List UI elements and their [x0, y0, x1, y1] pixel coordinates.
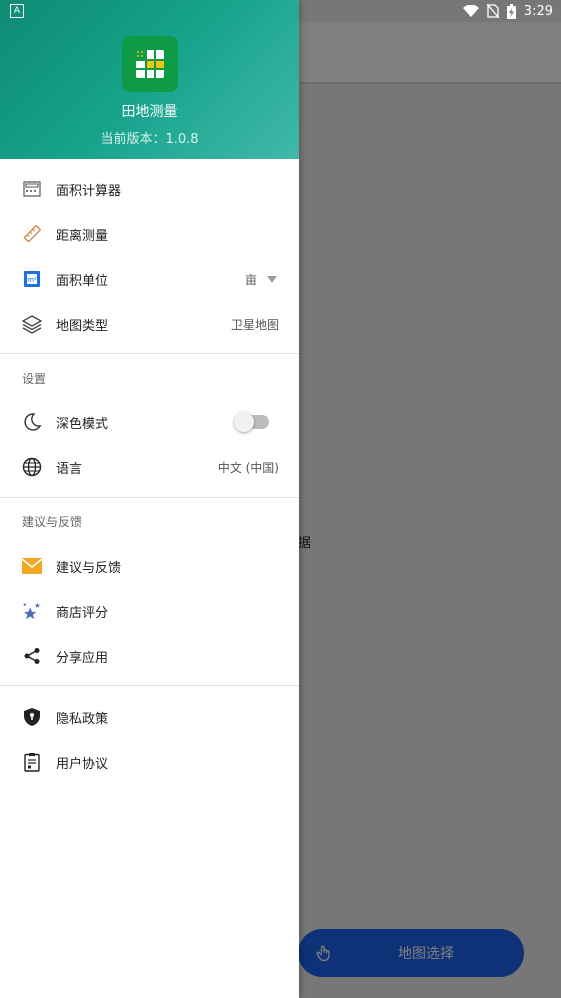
menu-item-label: 隐私政策	[56, 711, 109, 727]
menu-item-label: 语言	[56, 461, 83, 477]
section-divider	[0, 497, 299, 498]
no-sim-icon	[486, 4, 499, 18]
language-value: 中文 (中国)	[217, 460, 279, 475]
dropdown-arrow-icon	[267, 275, 277, 283]
app-name: 田地测量	[121, 104, 178, 120]
app-logo	[122, 36, 178, 92]
menu-item-user-agreement[interactable]: 用户协议	[0, 740, 299, 784]
svg-text:m²: m²	[27, 276, 37, 284]
menu-item-label: 分享应用	[56, 650, 109, 666]
share-icon	[22, 646, 42, 666]
section-title-settings: 设置	[22, 372, 47, 386]
menu-item-label: 建议与反馈	[56, 560, 122, 576]
status-badge: A	[10, 4, 24, 18]
wifi-icon	[462, 5, 479, 17]
status-time: 3:29	[523, 3, 553, 19]
section-title-feedback: 建议与反馈	[22, 515, 83, 529]
area-unit-icon: m²	[22, 269, 42, 289]
clipboard-icon	[22, 752, 42, 772]
app-version: 当前版本：1.0.8	[100, 132, 199, 147]
drawer-header: 田地测量 当前版本：1.0.8	[0, 0, 299, 159]
status-bar: A 3:29	[0, 0, 561, 22]
toggle-knob	[234, 412, 254, 432]
menu-item-label: 地图类型	[56, 318, 109, 334]
menu-item-map-type[interactable]: 地图类型 卫星地图	[0, 302, 299, 346]
section-divider	[0, 685, 299, 686]
menu-item-area-calculator[interactable]: 面积计算器	[0, 167, 299, 211]
menu-item-label: 面积单位	[56, 273, 109, 289]
menu-item-rate[interactable]: 商店评分	[0, 589, 299, 633]
menu-item-label: 距离测量	[56, 228, 109, 244]
menu-item-label: 用户协议	[56, 756, 109, 772]
menu-item-share[interactable]: 分享应用	[0, 634, 299, 678]
shield-icon	[22, 707, 42, 727]
moon-icon	[22, 412, 42, 432]
area-unit-value: 亩	[244, 272, 257, 287]
menu-item-label: 面积计算器	[56, 183, 122, 199]
battery-charging-icon	[506, 3, 516, 19]
dark-mode-toggle[interactable]	[234, 412, 269, 432]
menu-item-area-unit[interactable]: m² 面积单位 亩	[0, 257, 299, 301]
ruler-icon	[22, 224, 42, 244]
menu-item-privacy[interactable]: 隐私政策	[0, 695, 299, 739]
menu-item-label: 深色模式	[56, 416, 109, 432]
navigation-drawer: 田地测量 当前版本：1.0.8 面积计算器 距离测量 m² 面积单位 亩 地图类…	[0, 0, 299, 998]
layers-icon	[22, 314, 42, 334]
menu-item-label: 商店评分	[56, 605, 109, 621]
section-divider	[0, 353, 299, 354]
menu-item-language[interactable]: 语言 中文 (中国)	[0, 445, 299, 489]
calculator-icon	[22, 179, 42, 199]
menu-item-feedback[interactable]: 建议与反馈	[0, 544, 299, 588]
menu-item-distance[interactable]: 距离测量	[0, 212, 299, 256]
field-grid-icon	[136, 50, 164, 78]
menu-item-dark-mode[interactable]: 深色模式	[0, 400, 299, 444]
globe-icon	[22, 457, 42, 477]
stars-icon	[22, 601, 42, 621]
map-type-value: 卫星地图	[230, 317, 279, 332]
envelope-icon	[22, 556, 42, 576]
